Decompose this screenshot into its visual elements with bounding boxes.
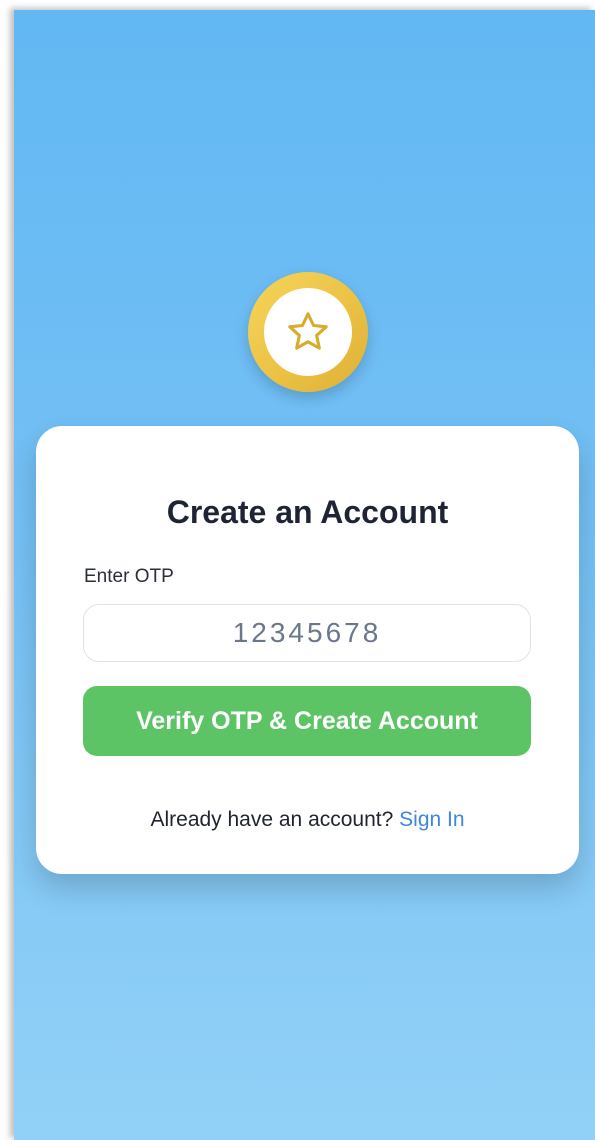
- app-screen: Create an Account Enter OTP Verify OTP &…: [14, 10, 595, 1140]
- signin-prompt-text: Already have an account?: [150, 808, 400, 831]
- otp-label: Enter OTP: [84, 566, 174, 587]
- otp-input[interactable]: [83, 604, 531, 662]
- app-logo: [248, 272, 368, 392]
- verify-otp-button[interactable]: Verify OTP & Create Account: [83, 686, 531, 756]
- page-title: Create an Account: [166, 494, 449, 530]
- sign-in-link[interactable]: Sign In: [399, 808, 464, 831]
- star-icon: [288, 312, 328, 350]
- signin-prompt-row: Already have an account? Sign In: [36, 808, 579, 832]
- logo-inner-circle: [264, 288, 352, 376]
- signup-card: Create an Account Enter OTP Verify OTP &…: [36, 426, 579, 874]
